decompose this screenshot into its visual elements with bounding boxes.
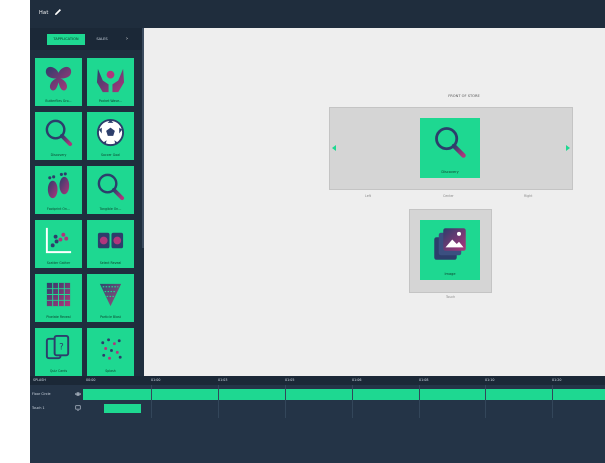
activity-tile[interactable]: Pixelate Reveal [35, 274, 82, 322]
timeline-panel: SPLASH 00:00 01:00 01:03 01:05 01:06 01:… [30, 376, 605, 463]
grid-line [218, 385, 219, 418]
timeline-tick: 01:08 [419, 378, 429, 382]
tile-label: Splash [105, 369, 116, 373]
tile-label: Image [444, 272, 456, 276]
layout-canvas: FRONT OF STORE Discovery Left Center Rig… [144, 28, 605, 376]
grid-line [151, 385, 152, 418]
pixel-grid-icon [46, 282, 71, 307]
activity-tile[interactable]: Pocket Wave... [87, 58, 134, 106]
grid-line [552, 385, 553, 418]
floor-activity-tile[interactable]: Discovery [420, 118, 480, 178]
tile-label: Pixelate Reveal [46, 315, 71, 319]
tile-label: Particle Blast [100, 315, 121, 319]
activity-tile[interactable]: Particle Blast [87, 274, 134, 322]
magnifier-icon [45, 119, 73, 147]
touch-zone-label: Touch [446, 295, 456, 299]
splash-icon [101, 338, 122, 360]
cards-icon: ? [45, 334, 70, 360]
grid-line [485, 385, 486, 418]
timeline-tick: 01:03 [218, 378, 228, 382]
previous-arrow-icon[interactable] [332, 145, 336, 151]
track-clip[interactable] [83, 389, 605, 400]
magnifier-icon [435, 127, 466, 158]
timeline-tick: 00:00 [86, 378, 96, 382]
tile-label: Select Reveal [99, 261, 122, 265]
activity-grid: Butterflies Gro... Pocket Wave... Discov… [35, 58, 135, 376]
tile-label: Footprint On... [47, 207, 70, 211]
footprint-icon [47, 172, 70, 199]
grid-line [285, 385, 286, 418]
grid-line [419, 385, 420, 418]
floor-zone-title: FRONT OF STORE [448, 94, 480, 98]
activity-tile[interactable]: Select Reveal [87, 220, 134, 268]
edit-pencil-icon[interactable] [53, 7, 63, 17]
track-clip[interactable] [104, 404, 141, 413]
activity-tile[interactable]: ? Quiz Cards [35, 328, 82, 376]
timeline-ruler[interactable]: SPLASH 00:00 01:00 01:03 01:05 01:06 01:… [30, 376, 605, 385]
position-label-left: Left [365, 194, 371, 198]
activity-tile[interactable]: Soccer Goal [87, 112, 134, 160]
tab-scroll-right-icon[interactable]: › [126, 34, 128, 45]
screen-icon[interactable] [75, 405, 81, 411]
track-name: Touch 1 [32, 406, 45, 410]
scatter-icon [45, 227, 72, 254]
position-label-right: Right [524, 194, 533, 198]
timeline-tick: 01:05 [285, 378, 295, 382]
grid-line [352, 385, 353, 418]
tile-label: Quiz Cards [49, 369, 68, 373]
activity-tile[interactable]: Tangible On... [87, 166, 134, 214]
tile-label: Discovery [50, 153, 67, 157]
tile-label: Tangible On... [99, 207, 122, 211]
image-gallery-icon [434, 228, 466, 260]
activity-tile[interactable]: Discovery [35, 112, 82, 160]
timeline-tick: 01:10 [485, 378, 495, 382]
eye-icon[interactable] [75, 391, 81, 397]
project-title: Hat [39, 10, 49, 16]
activity-library-panel: TAPPLICATION SALES › Butterflies Gro... … [30, 28, 144, 376]
track-name: Floor Circle [32, 392, 51, 396]
activity-tile[interactable]: Footprint On... [35, 166, 82, 214]
tile-label: Pocket Wave... [98, 99, 123, 103]
soccer-ball-icon [96, 118, 125, 147]
title-bar: Hat [30, 0, 605, 28]
activity-tile[interactable]: Scatter Gather [35, 220, 82, 268]
timeline-tick: 01:00 [151, 378, 161, 382]
timeline-tick: 01:06 [352, 378, 362, 382]
tab-sales[interactable]: SALES [86, 34, 118, 45]
track-lane [83, 403, 605, 414]
activity-tile[interactable]: Butterflies Gro... [35, 58, 82, 106]
position-label-center: Center [443, 194, 454, 198]
tab-applications[interactable]: TAPPLICATION [47, 34, 85, 45]
tile-label: Soccer Goal [100, 153, 121, 157]
activity-tile[interactable]: Splash [87, 328, 134, 376]
reveal-icon [97, 232, 124, 249]
next-arrow-icon[interactable] [566, 145, 570, 151]
hands-icon [96, 68, 125, 93]
tile-label: Discovery [441, 170, 459, 174]
timeline-name: SPLASH [33, 378, 46, 382]
butterfly-icon [45, 66, 72, 91]
tile-label: Butterflies Gro... [45, 99, 72, 103]
particles-icon [99, 283, 122, 307]
app-window: Hat TAPPLICATION SALES › Butterflies Gro… [30, 0, 605, 463]
timeline-tick: 01:20 [552, 378, 562, 382]
svg-text:?: ? [59, 342, 64, 352]
magnifier-icon [97, 173, 125, 201]
tile-label: Scatter Gather [46, 261, 71, 265]
library-tabs: TAPPLICATION SALES › [30, 28, 144, 50]
screen-activity-tile[interactable]: Image [420, 220, 480, 280]
timeline-track: Touch 1 [30, 403, 605, 414]
timeline-track: Floor Circle [30, 389, 605, 400]
